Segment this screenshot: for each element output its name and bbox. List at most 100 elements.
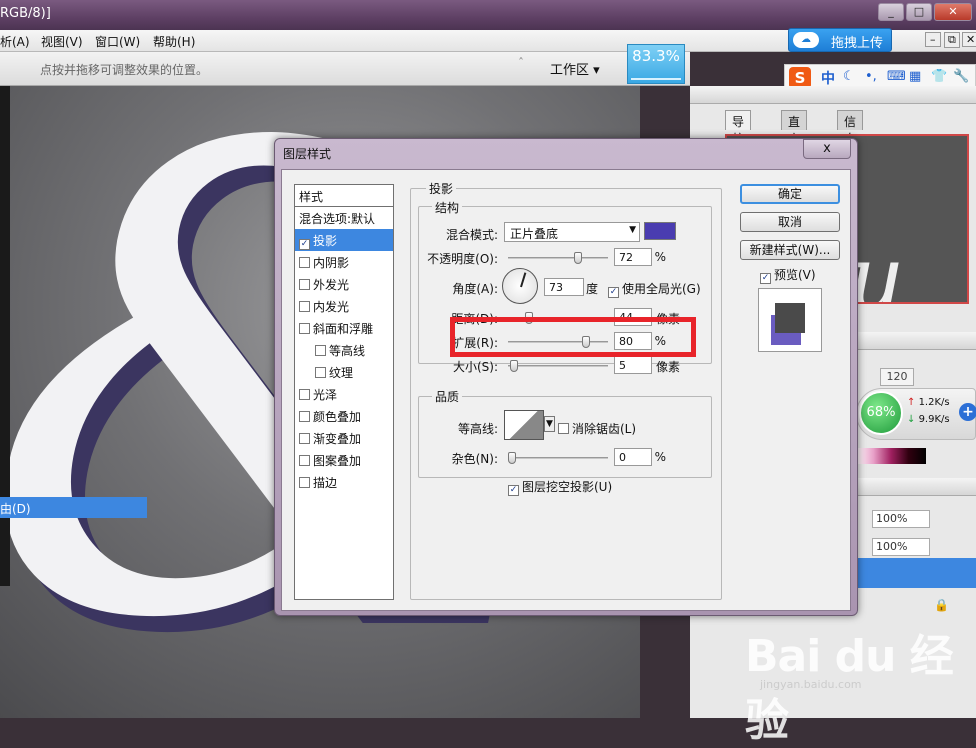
size-unit: 像素	[655, 360, 680, 374]
noise-slider-thumb[interactable]	[508, 452, 516, 464]
traffic-wave-icon	[631, 71, 681, 80]
checkbox-unchecked-icon[interactable]	[299, 323, 310, 334]
dialog-body: 样式 混合选项:默认 ✓ 投影 内阴影 外发光 内发光 斜面和浮雕 等高线 纹理 光泽 颜色叠加 渐变…	[281, 169, 851, 611]
size-input[interactable]: 5	[614, 356, 652, 374]
toolbox-icon[interactable]: ▦	[909, 69, 921, 84]
selected-layer-row[interactable]	[856, 558, 976, 588]
checkbox-unchecked-icon[interactable]	[299, 477, 310, 488]
tab-info[interactable]: 信息	[837, 110, 864, 146]
preview-checkbox[interactable]: ✓ 预览(V)	[760, 266, 816, 284]
size-slider[interactable]	[508, 360, 608, 372]
style-list-item[interactable]: 光泽	[295, 383, 393, 405]
menu-help[interactable]: 帮助(H)	[153, 33, 195, 50]
add-icon[interactable]: +	[959, 403, 976, 421]
noise-input[interactable]: 0	[614, 448, 652, 466]
ok-button[interactable]: 确定	[740, 184, 840, 204]
doc-restore-icon[interactable]: ⧉	[944, 32, 960, 48]
menu-analysis[interactable]: 析(A)	[0, 33, 30, 50]
maximize-button[interactable]: □	[906, 3, 932, 21]
knockout-label: 图层挖空投影(U)	[522, 480, 613, 494]
checkbox-checked-icon: ✓	[608, 287, 619, 298]
cancel-button[interactable]: 取消	[740, 212, 840, 232]
context-menu-item[interactable]: 由(D)	[0, 497, 147, 518]
moon-icon[interactable]: ☾	[843, 69, 855, 84]
style-list-label: 图案叠加	[313, 454, 362, 468]
style-list-label: 斜面和浮雕	[313, 322, 374, 336]
network-usage-ball[interactable]: 68%	[859, 391, 903, 435]
angle-dial[interactable]	[502, 268, 538, 304]
style-list-item[interactable]: 混合选项:默认	[295, 207, 393, 229]
checkbox-unchecked-icon[interactable]	[299, 411, 310, 422]
style-list-item[interactable]: 图案叠加	[295, 449, 393, 471]
style-list-label: 描边	[313, 476, 338, 490]
opacity-input[interactable]: 72	[614, 248, 652, 266]
noise-slider[interactable]	[508, 452, 608, 464]
angle-input[interactable]: 73	[544, 278, 584, 296]
style-list-item[interactable]: ✓ 投影	[295, 229, 393, 251]
noise-unit: %	[654, 450, 666, 464]
drag-upload-button[interactable]: ☁ 拖拽上传	[788, 28, 892, 52]
style-list-item[interactable]: 纹理	[295, 361, 393, 383]
style-list-item[interactable]: 颜色叠加	[295, 405, 393, 427]
menu-window[interactable]: 窗口(W)	[95, 33, 140, 50]
minimize-button[interactable]: _	[878, 3, 904, 21]
preview-label: 预览(V)	[774, 268, 816, 282]
checkbox-unchecked-icon[interactable]	[299, 455, 310, 466]
checkbox-unchecked-icon[interactable]	[299, 279, 310, 290]
workspace-menu[interactable]: 工作区 ▾	[550, 59, 600, 78]
color-ramp[interactable]	[856, 448, 926, 464]
style-list-label: 颜色叠加	[313, 410, 362, 424]
color-value-field[interactable]: 120	[880, 368, 914, 386]
style-list-label: 纹理	[329, 366, 354, 380]
contour-picker[interactable]	[504, 410, 544, 440]
style-list-item[interactable]: 渐变叠加	[295, 427, 393, 449]
layer-opacity-field[interactable]: 100%	[872, 510, 930, 528]
global-light-checkbox[interactable]: ✓ 使用全局光(G)	[608, 280, 701, 298]
checkbox-unchecked-icon[interactable]	[299, 257, 310, 268]
tab-histogram[interactable]: 直方图	[781, 110, 808, 163]
style-list-item[interactable]: 等高线	[295, 339, 393, 361]
opacity-slider-thumb[interactable]	[574, 252, 583, 264]
drop-shadow-title: 投影	[426, 180, 457, 197]
dialog-title: 图层样式	[283, 147, 332, 161]
keyboard-icon[interactable]: ⌨	[887, 69, 906, 84]
zoom-percent: 83.3%	[632, 47, 680, 65]
doc-close-icon[interactable]: ✕	[962, 32, 976, 47]
checkbox-unchecked-icon[interactable]	[299, 389, 310, 400]
window-title: RGB/8)]	[0, 6, 51, 21]
ime-lang-toggle[interactable]: 中	[821, 68, 835, 88]
style-list-header[interactable]: 样式	[295, 185, 393, 207]
checkbox-unchecked-icon[interactable]	[315, 345, 326, 356]
blend-mode-value: 正片叠底	[510, 227, 559, 241]
style-list-item[interactable]: 内阴影	[295, 251, 393, 273]
style-list-item[interactable]: 斜面和浮雕	[295, 317, 393, 339]
checkbox-unchecked-icon[interactable]	[315, 367, 326, 378]
skin-shirt-icon[interactable]: 👕	[931, 69, 947, 84]
checkbox-unchecked-icon[interactable]	[299, 301, 310, 312]
style-list-label: 混合选项:默认	[299, 212, 376, 226]
close-window-button[interactable]: ✕	[934, 3, 972, 21]
opacity-slider[interactable]	[508, 252, 608, 264]
size-slider-thumb[interactable]	[509, 360, 518, 372]
knockout-checkbox[interactable]: ✓ 图层挖空投影(U)	[508, 478, 612, 496]
angle-needle	[520, 272, 527, 288]
checkbox-checked-icon[interactable]: ✓	[299, 239, 310, 250]
tab-navigator[interactable]: 导航器	[725, 110, 752, 163]
antialias-checkbox[interactable]: 消除锯齿(L)	[558, 420, 636, 437]
style-list-item[interactable]: 外发光	[295, 273, 393, 295]
dialog-close-button[interactable]: x	[803, 139, 851, 159]
angle-label: 角度(A):	[452, 282, 498, 296]
checkbox-unchecked-icon[interactable]	[299, 433, 310, 444]
style-list-item[interactable]: 描边	[295, 471, 393, 493]
layer-fill-field[interactable]: 100%	[872, 538, 930, 556]
menu-view[interactable]: 视图(V)	[41, 33, 83, 50]
wrench-icon[interactable]: 🔧	[953, 69, 969, 84]
shadow-color-swatch[interactable]	[644, 222, 676, 240]
new-style-button[interactable]: 新建样式(W)...	[740, 240, 840, 260]
punctuation-icon[interactable]: •,	[865, 69, 877, 84]
style-list-label: 外发光	[313, 278, 350, 292]
doc-minimize-icon[interactable]: –	[925, 32, 941, 47]
chevron-down-icon[interactable]: ▼	[544, 416, 555, 432]
style-list-item[interactable]: 内发光	[295, 295, 393, 317]
blend-mode-select[interactable]: 正片叠底 ▼	[504, 222, 640, 242]
